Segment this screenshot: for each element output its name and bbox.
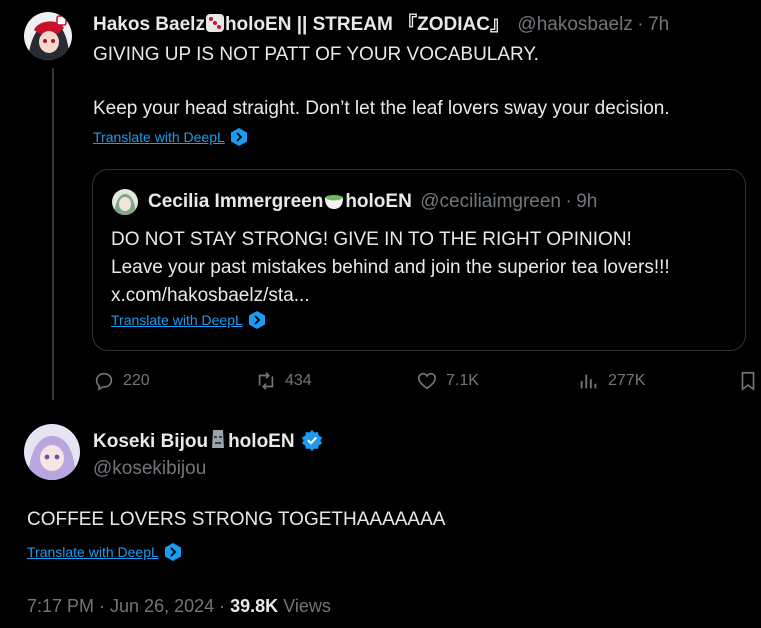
repost-button[interactable]: 434 [255, 370, 312, 392]
tweet-header: Hakos Baelz holoEN || STREAM 『ZODIAC』 @ha… [93, 12, 669, 38]
like-count: 7.1K [446, 372, 479, 389]
reply-translate-link[interactable]: Translate with DeepL [27, 543, 181, 562]
thread-connector-line [52, 68, 54, 400]
views-icon [580, 374, 597, 389]
repost-count: 434 [285, 372, 312, 389]
tweet-text-line2: Keep your head straight. Don’t let the l… [93, 98, 670, 119]
reply-translate-label[interactable]: Translate with DeepL [27, 544, 159, 560]
reply-meta: 7:17 PM · Jun 26, 2024 · 39.8K Views [27, 593, 331, 619]
reply-author-name[interactable]: Koseki Bijou [93, 431, 208, 452]
quote-author-name[interactable]: Cecilia Immergreen [148, 191, 323, 212]
tweet-text-line1: GIVING UP IS NOT PATT OF YOUR VOCABULARY… [93, 44, 539, 65]
reply-header: Koseki Bijou holoEN [93, 428, 323, 454]
koseki-bijou-avatar[interactable] [24, 424, 80, 480]
moai-emoji-icon [208, 428, 228, 459]
deepl-icon [248, 311, 265, 329]
quote-time[interactable]: 9h [576, 191, 597, 212]
quote-text-line2: Leave your past mistakes behind and join… [111, 257, 670, 278]
tweet-translate-link[interactable]: Translate with DeepL [93, 128, 247, 147]
reply-text: COFFEE LOVERS STRONG TOGETHAAAAAAA [27, 509, 446, 530]
deepl-icon [164, 543, 181, 561]
tweet-time[interactable]: 7h [648, 14, 669, 35]
reply-count: 220 [123, 372, 150, 389]
tweet-author-name-suffix[interactable]: holoEN || STREAM 『ZODIAC』 [225, 14, 509, 35]
like-button[interactable]: 7.1K [416, 370, 479, 392]
reply-timestamp[interactable]: 7:17 PM · Jun 26, 2024 · [27, 596, 225, 616]
tweet-translate-label[interactable]: Translate with DeepL [93, 129, 225, 145]
deepl-icon [230, 128, 247, 146]
bookmark-button[interactable] [737, 370, 759, 392]
reply-views-label: Views [283, 596, 331, 616]
views-count: 277K [608, 372, 646, 389]
repost-icon [258, 372, 274, 390]
tweet-author-handle[interactable]: @hakosbaelz [517, 14, 632, 35]
bookmark-icon [741, 371, 755, 391]
hakos-baelz-avatar[interactable] [24, 12, 72, 60]
like-icon [417, 372, 437, 390]
quote-text-line1: DO NOT STAY STRONG! GIVE IN TO THE RIGHT… [111, 229, 632, 250]
quote-author-name-suffix[interactable]: holoEN [345, 191, 412, 212]
quote-header: Cecilia Immergreen holoEN @ceciliaimgreen… [148, 189, 597, 215]
reply-views-count: 39.8K [230, 596, 279, 616]
quote-author-handle[interactable]: @ceciliaimgreen [420, 191, 561, 212]
reply-button[interactable]: 220 [93, 370, 150, 392]
verified-badge-icon [302, 430, 323, 451]
views-button[interactable]: 277K [578, 370, 645, 392]
reply-author-handle[interactable]: @kosekibijou [93, 456, 206, 482]
tweet-author-name[interactable]: Hakos Baelz [93, 14, 205, 35]
quote-translate-label[interactable]: Translate with DeepL [111, 312, 243, 328]
quote-separator: · [565, 191, 572, 212]
quote-translate-link[interactable]: Translate with DeepL [111, 311, 265, 330]
tweet-separator: · [637, 14, 644, 35]
cecilia-avatar[interactable] [112, 189, 138, 215]
reply-icon [95, 372, 113, 391]
quote-text-line3: x.com/hakosbaelz/sta... [111, 285, 310, 306]
tea-emoji-icon [323, 190, 345, 219]
reply-author-name-suffix[interactable]: holoEN [228, 431, 295, 452]
dice-emoji-icon [205, 13, 225, 42]
